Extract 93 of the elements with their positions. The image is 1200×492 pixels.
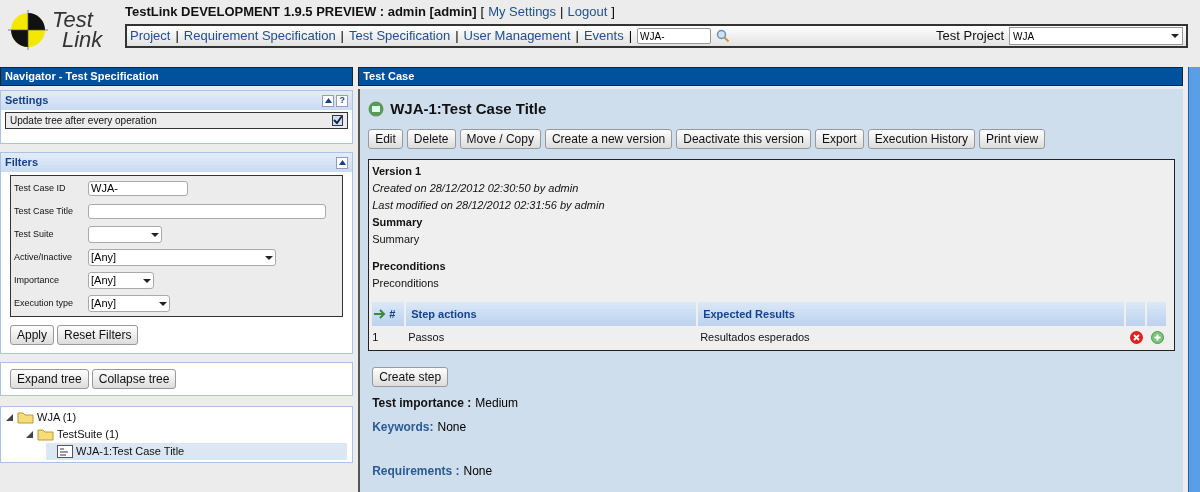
collapse-icon[interactable] bbox=[336, 156, 349, 169]
filter-field[interactable] bbox=[88, 204, 326, 219]
filter-label: Test Case Title bbox=[14, 204, 75, 218]
collapse-icon[interactable] bbox=[322, 94, 335, 107]
menu-link[interactable]: User Management bbox=[463, 26, 571, 46]
tree-button[interactable]: Expand tree bbox=[10, 369, 89, 389]
panel-title: Navigator - Test Specification bbox=[5, 69, 159, 85]
filter-button[interactable]: Apply bbox=[10, 325, 55, 345]
checkbox[interactable] bbox=[332, 115, 344, 126]
folder-icon bbox=[17, 411, 34, 424]
dropdown-caret-icon bbox=[143, 277, 151, 284]
header-title: TestLink DEVELOPMENT 1.9.5 PREVIEW : admin [admin] bbox=[125, 3, 477, 22]
dropdown-caret-icon bbox=[1171, 33, 1179, 39]
filter-select[interactable]: [Any] bbox=[88, 295, 170, 312]
dropdown-caret-icon bbox=[151, 231, 159, 238]
field-label: Requirements : bbox=[372, 463, 460, 480]
separator: | bbox=[560, 3, 564, 22]
panel-title: Test Case bbox=[363, 69, 415, 85]
separator: | bbox=[628, 27, 633, 46]
setting-label: Update tree after every operation bbox=[10, 114, 157, 128]
create-step-button[interactable]: Create step bbox=[372, 367, 449, 387]
filter-select[interactable]: [Any] bbox=[88, 272, 154, 289]
column-title: Step actions bbox=[411, 306, 477, 322]
separator: | bbox=[175, 27, 179, 46]
project-select[interactable]: WJA bbox=[1009, 27, 1183, 45]
header-link[interactable]: Logout bbox=[567, 2, 608, 22]
tree-item[interactable]: WJA (1) bbox=[37, 409, 77, 426]
expanded-triangle-icon[interactable] bbox=[6, 414, 14, 421]
preconditions-text: Preconditions bbox=[372, 276, 440, 291]
column-title: # bbox=[389, 306, 396, 322]
field-value: Medium bbox=[475, 395, 518, 412]
separator: | bbox=[340, 27, 344, 46]
column-title: Expected Results bbox=[703, 306, 795, 322]
column-header bbox=[1147, 302, 1167, 326]
field-label: Test importance : bbox=[372, 395, 472, 412]
action-button[interactable]: Execution History bbox=[867, 129, 976, 149]
action-button[interactable]: Delete bbox=[406, 129, 456, 149]
field-value: None bbox=[463, 463, 493, 480]
menu-link[interactable]: Project bbox=[130, 26, 171, 46]
test-case-title: WJA-1:Test Case Title bbox=[390, 98, 547, 119]
section-title: Filters bbox=[5, 155, 38, 171]
section-title: Settings bbox=[5, 93, 49, 109]
add-icon[interactable] bbox=[1151, 330, 1165, 344]
table-cell-text: Resultados esperados bbox=[700, 329, 811, 345]
table-cell-text: Passos bbox=[408, 329, 446, 345]
table-cell-text: 1 bbox=[372, 329, 380, 345]
filter-label: Test Case ID bbox=[14, 181, 67, 195]
logo-text: Test bbox=[52, 10, 94, 30]
field-value: None bbox=[437, 419, 467, 436]
summary-text: Summary bbox=[372, 232, 421, 247]
filter-label: Importance bbox=[14, 273, 61, 287]
scrollbar[interactable] bbox=[1188, 67, 1200, 492]
project-label: Test Project bbox=[936, 27, 1004, 46]
modified-info: Last modified on 28/12/2012 02:31:56 by admin bbox=[372, 198, 606, 213]
filter-label: Active/Inactive bbox=[14, 250, 74, 264]
delete-icon[interactable] bbox=[1130, 330, 1144, 344]
logo-text: Link bbox=[61, 30, 103, 50]
logo-icon bbox=[8, 10, 48, 50]
filter-field[interactable]: WJA- bbox=[88, 181, 188, 196]
action-button[interactable]: Print view bbox=[979, 129, 1046, 149]
filter-button[interactable]: Reset Filters bbox=[57, 325, 139, 345]
bracket: ] bbox=[611, 3, 615, 22]
action-button[interactable]: Create a new version bbox=[544, 129, 673, 149]
search-icon[interactable] bbox=[716, 29, 731, 43]
version-label: Version 1 bbox=[372, 164, 423, 179]
filter-label: Test Suite bbox=[14, 227, 55, 241]
dropdown-caret-icon bbox=[159, 300, 167, 307]
search-field[interactable]: WJA- bbox=[637, 28, 712, 44]
separator: | bbox=[575, 27, 579, 46]
preconditions-label: Preconditions bbox=[372, 259, 447, 274]
action-button[interactable]: Edit bbox=[368, 129, 403, 149]
separator: | bbox=[455, 27, 459, 46]
filter-select[interactable]: [Any] bbox=[88, 249, 276, 266]
action-button[interactable]: Deactivate this version bbox=[676, 129, 811, 149]
action-button[interactable]: Export bbox=[815, 129, 864, 149]
tree-item[interactable]: TestSuite (1) bbox=[57, 426, 119, 443]
folder-icon bbox=[37, 428, 54, 441]
created-info: Created on 28/12/2012 02:30:50 by admin bbox=[372, 181, 580, 196]
menu-link[interactable]: Requirement Specification bbox=[183, 26, 336, 46]
dropdown-caret-icon bbox=[265, 254, 273, 261]
tree-button[interactable]: Collapse tree bbox=[91, 369, 177, 389]
bracket: [ bbox=[480, 3, 485, 22]
test-case-icon bbox=[368, 101, 385, 117]
expanded-triangle-icon[interactable] bbox=[26, 431, 34, 438]
help-button[interactable]: ? bbox=[336, 94, 349, 107]
summary-label: Summary bbox=[372, 215, 424, 230]
action-button[interactable]: Move / Copy bbox=[459, 129, 541, 149]
header-link[interactable]: My Settings bbox=[488, 2, 557, 22]
menu-link[interactable]: Test Specification bbox=[349, 26, 451, 46]
filter-label: Execution type bbox=[14, 296, 75, 310]
test-case-icon bbox=[57, 445, 73, 458]
field-label: Keywords: bbox=[372, 419, 434, 436]
menu-link[interactable]: Events bbox=[583, 26, 624, 46]
